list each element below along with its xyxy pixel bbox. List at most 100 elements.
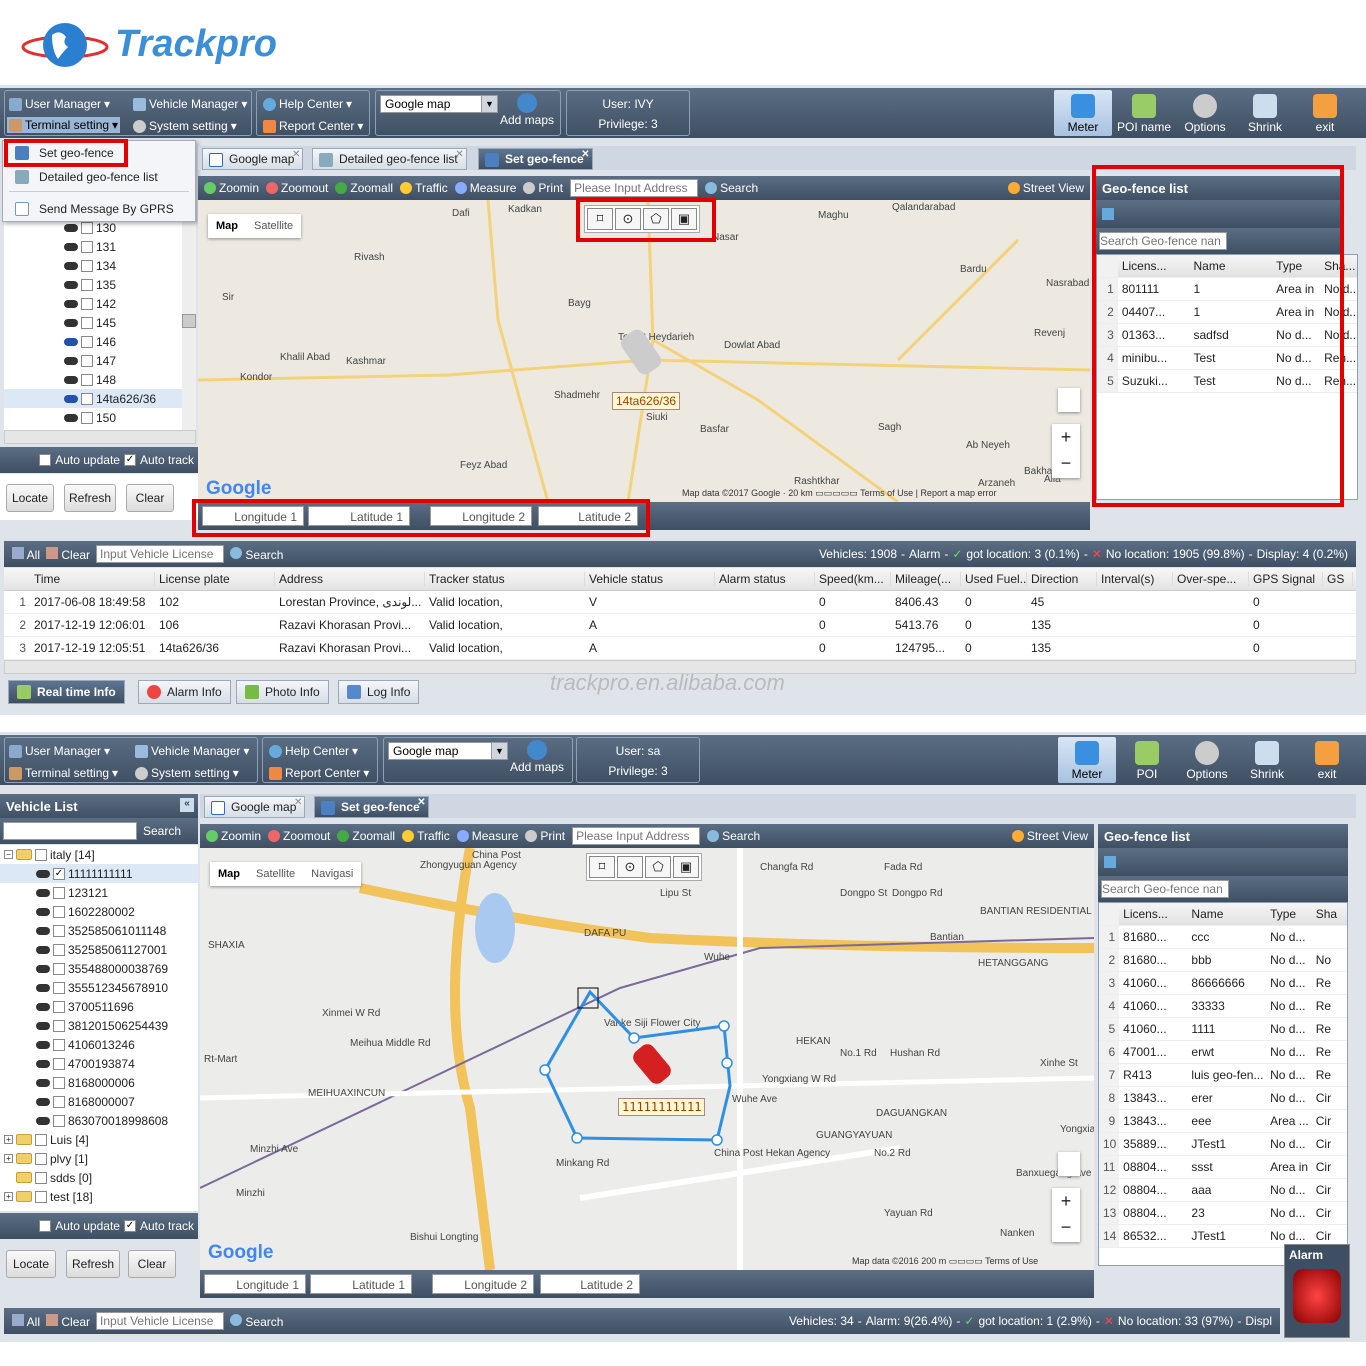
vehicle-manager-menu[interactable]: Vehicle Manager ▾ [133,97,247,111]
user-manager-menu[interactable]: User Manager ▾ [9,97,110,111]
tree-vehicle-item[interactable]: 14ta626/36 [4,389,182,408]
report-center-menu[interactable]: Report Center ▾ [269,766,369,780]
all-button[interactable]: All [12,1313,40,1329]
tab-log-info[interactable]: Log Info [338,680,420,704]
zoomout-button[interactable]: Zoomout [268,829,330,843]
group-checkbox[interactable] [35,1190,47,1203]
auto-update-checkbox[interactable] [39,454,52,466]
exit-button[interactable]: exit [1298,737,1356,783]
terms-link[interactable]: Terms of Use [860,488,913,498]
traffic-button[interactable]: Traffic [402,829,450,843]
search-button[interactable]: Search [230,546,283,562]
tree-vehicle-item[interactable]: 3700511696 [0,997,198,1016]
options-button[interactable]: Options [1178,737,1236,783]
zoomout-button[interactable]: Zoomout [266,181,328,195]
latitude-1-input[interactable]: Latitude 1 [310,1274,412,1294]
geofence-row[interactable]: 13 08804... 23 No d... Cir [1099,1202,1347,1225]
tree-vehicle-item[interactable]: 381201506254439 [0,1016,198,1035]
tree-group[interactable]: sdds [0] [4,1168,92,1187]
vehicle-checkbox[interactable] [81,316,93,329]
column-header[interactable]: Address [275,572,425,586]
group-checkbox[interactable] [35,1171,47,1184]
collapse-icon[interactable]: « [180,798,194,812]
map-type-map[interactable]: Map [210,862,248,886]
column-header[interactable]: Over-spe... [1173,572,1249,586]
print-button[interactable]: Print [525,829,565,843]
alarm-count[interactable]: Alarm [909,547,940,561]
tree-vehicle-item[interactable]: 863070018998608 [0,1111,198,1130]
vehicle-checkbox[interactable] [81,297,93,310]
poi-name-button[interactable]: POI name [1114,90,1174,136]
longitude-2-input[interactable]: Longitude 2 [432,1274,534,1294]
vehicle-search-button[interactable]: Search [143,824,181,838]
report-link[interactable]: Report a map error [920,488,996,498]
map-select[interactable]: Google map ▼ [380,95,498,113]
vehicle-checkbox[interactable] [53,1076,65,1089]
tree-vehicle-item[interactable]: 134 [4,256,182,275]
vehicle-checkbox[interactable] [53,943,65,956]
geofence-row[interactable]: 2 81680... bbb No d... No [1099,949,1347,972]
vehicle-checkbox[interactable] [81,221,93,234]
column-header[interactable]: Interval(s) [1097,572,1173,586]
meter-button[interactable]: Meter [1058,737,1116,783]
zoom-control[interactable]: + − [1052,424,1080,478]
measure-button[interactable]: Measure [454,181,516,195]
tab-alarm-info[interactable]: Alarm Info [138,680,231,704]
expand-icon[interactable]: + [4,1135,13,1144]
vertical-scrollbar[interactable] [182,218,196,430]
tab-set-geofence[interactable]: Set geo-fence ✕ [314,796,429,818]
terminal-setting-menu[interactable]: Terminal setting ▾ [7,117,121,133]
meter-button[interactable]: Meter [1054,90,1112,136]
tree-vehicle-item[interactable]: 131 [4,237,182,256]
refresh-button[interactable]: Refresh [66,1250,120,1278]
polygon-tool-icon[interactable]: ⬠ [645,856,671,878]
column-header[interactable]: Mileage(... [891,572,961,586]
geofence-search-input[interactable] [1101,880,1229,898]
column-header[interactable]: Tracker status [425,572,585,586]
alarm-popup[interactable]: Alarm [1284,1244,1350,1338]
tree-vehicle-item[interactable]: 4106013246 [0,1035,198,1054]
tree-vehicle-item[interactable]: 4700193874 [0,1054,198,1073]
clear-button[interactable]: Clear [126,484,174,512]
close-icon[interactable]: ✕ [417,797,425,808]
grid-row[interactable]: 1 2017-06-08 18:49:58 102 Lorestan Province… [4,591,1356,614]
tree-vehicle-item[interactable]: 355488000038769 [0,959,198,978]
address-search-button[interactable]: Search [705,181,758,195]
tree-vehicle-item[interactable]: 123121 [0,883,198,902]
zoomall-button[interactable]: Zoomall [337,829,395,843]
zoom-control[interactable]: + − [1052,1188,1080,1242]
print-button[interactable]: Print [523,181,563,195]
vehicle-checkbox[interactable] [53,981,65,994]
expand-icon[interactable]: + [4,1154,13,1163]
tree-vehicle-item[interactable]: 148 [4,370,182,389]
zoomin-button[interactable]: Zoomin [204,181,259,195]
clear-button[interactable]: Clear [46,1313,90,1329]
terminal-setting-menu[interactable]: Terminal setting ▾ [9,766,118,780]
close-icon[interactable]: ✕ [292,149,300,160]
geofence-row[interactable]: 11 08804... ssst Area in Cir [1099,1156,1347,1179]
locate-button[interactable]: Locate [6,1250,56,1278]
street-view-pegman-icon[interactable] [1058,1152,1080,1176]
geofence-row[interactable]: 12 08804... aaa No d... Cir [1099,1179,1347,1202]
vehicle-checkbox[interactable] [53,1114,65,1127]
tree-group[interactable]: + Luis [4] [4,1130,89,1149]
locate-button[interactable]: Locate [6,484,54,512]
map-type-satellite[interactable]: Satellite [248,862,303,886]
rectangle-tool-icon[interactable]: ⌑ [589,856,615,878]
tree-vehicle-item[interactable]: 147 [4,351,182,370]
clear-button[interactable]: Clear [46,546,90,562]
zoomin-button[interactable]: Zoomin [206,829,261,843]
close-icon[interactable]: ✕ [581,149,589,160]
geofence-row[interactable]: 7 R413 luis geo-fen... No d... Re [1099,1064,1347,1087]
vehicle-checkbox[interactable] [53,1019,65,1032]
vehicle-checkbox[interactable] [53,1000,65,1013]
vehicle-checkbox[interactable] [53,1057,65,1070]
add-maps-button[interactable]: Add maps [500,93,554,127]
license-input[interactable] [96,545,225,563]
report-center-menu[interactable]: Report Center ▾ [263,119,363,133]
group-checkbox[interactable] [35,1133,47,1146]
map-view[interactable]: China Post Zhongyuguan Agency Changfa Rd Fa… [200,848,1094,1270]
address-input[interactable] [572,827,701,845]
group-checkbox[interactable] [35,1152,47,1165]
traffic-button[interactable]: Traffic [400,181,448,195]
